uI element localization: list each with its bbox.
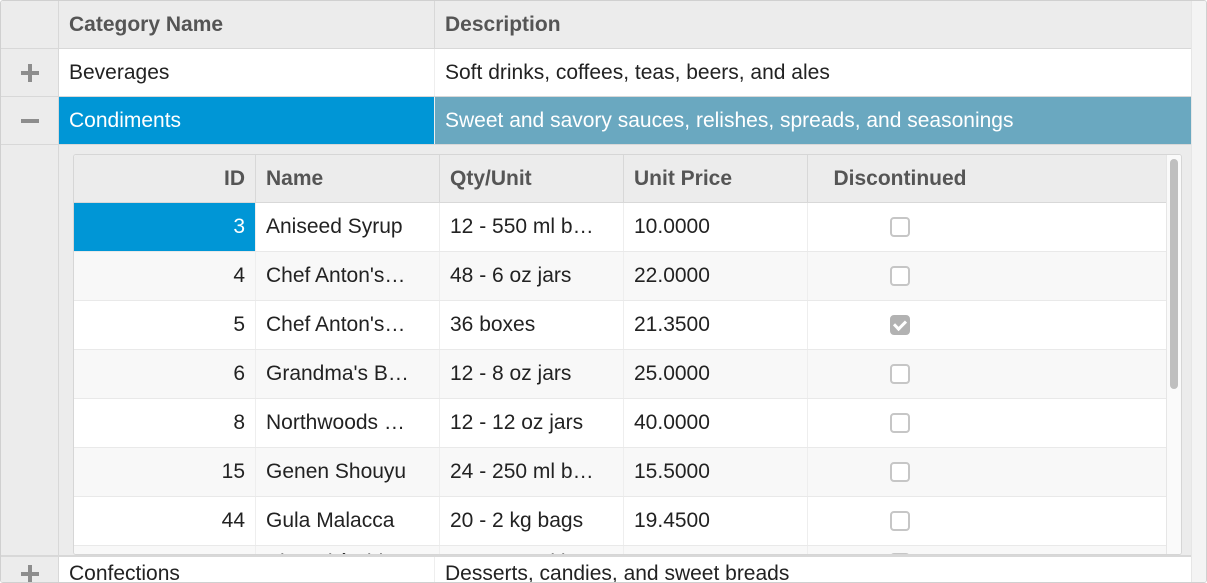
detail-row[interactable]: 15Genen Shouyu24 - 250 ml b…15.5000 bbox=[74, 448, 1166, 497]
inner-scrollbar[interactable] bbox=[1166, 155, 1181, 554]
detail-cell-qty[interactable]: 36 boxes bbox=[440, 301, 624, 349]
detail-side-gutter bbox=[1, 145, 59, 555]
detail-cell-id[interactable]: 8 bbox=[74, 399, 256, 447]
detail-row[interactable]: 44Gula Malacca20 - 2 kg bags19.4500 bbox=[74, 497, 1166, 546]
discontinued-checkbox[interactable] bbox=[890, 511, 910, 531]
expand-button[interactable] bbox=[1, 557, 59, 583]
discontinued-checkbox[interactable] bbox=[890, 553, 910, 556]
header-description[interactable]: Description bbox=[435, 1, 1191, 48]
detail-cell-discontinued[interactable] bbox=[808, 448, 992, 496]
outer-scrollbar[interactable] bbox=[1191, 1, 1206, 582]
detail-cell-price[interactable]: 19.4500 bbox=[624, 497, 808, 545]
detail-cell-id[interactable]: 6 bbox=[74, 350, 256, 398]
plus-icon bbox=[21, 565, 39, 583]
detail-cell-qty[interactable]: 12 - 550 ml b… bbox=[440, 203, 624, 251]
cell-description[interactable]: Soft drinks, coffees, teas, beers, and a… bbox=[435, 49, 1191, 96]
detail-cell-id[interactable]: 4 bbox=[74, 252, 256, 300]
discontinued-checkbox[interactable] bbox=[890, 217, 910, 237]
detail-cell-discontinued[interactable] bbox=[808, 252, 992, 300]
detail-cell-name[interactable]: Grandma's B… bbox=[256, 350, 440, 398]
detail-row[interactable]: 3Aniseed Syrup12 - 550 ml b…10.0000 bbox=[74, 203, 1166, 252]
detail-cell-name[interactable]: Aniseed Syrup bbox=[256, 203, 440, 251]
detail-cell-discontinued[interactable] bbox=[808, 203, 992, 251]
detail-header-id[interactable]: ID bbox=[74, 155, 256, 202]
detail-cell-price[interactable]: 25.0000 bbox=[624, 350, 808, 398]
outer-row[interactable]: Beverages Soft drinks, coffees, teas, be… bbox=[1, 49, 1191, 97]
detail-header-discontinued[interactable]: Discontinued bbox=[808, 155, 992, 202]
detail-row[interactable]: 6Grandma's B…12 - 8 oz jars25.0000 bbox=[74, 350, 1166, 399]
detail-row[interactable]: 4Chef Anton's…48 - 6 oz jars22.0000 bbox=[74, 252, 1166, 301]
discontinued-checkbox[interactable] bbox=[890, 413, 910, 433]
detail-cell-id[interactable]: 5 bbox=[74, 301, 256, 349]
detail-grid: ID Name Qty/Unit Unit Price Discontinued… bbox=[73, 154, 1182, 555]
detail-cell-qty[interactable]: 20 - 2 kg bags bbox=[440, 497, 624, 545]
cell-description[interactable]: Desserts, candies, and sweet breads bbox=[435, 557, 1191, 583]
detail-cell-price[interactable]: 10.0000 bbox=[624, 203, 808, 251]
inner-scrollbar-thumb[interactable] bbox=[1170, 159, 1178, 389]
detail-cell-discontinued[interactable] bbox=[808, 399, 992, 447]
detail-cell-discontinued[interactable] bbox=[808, 497, 992, 545]
detail-cell-name[interactable]: Chef Anton's… bbox=[256, 301, 440, 349]
detail-cell-qty[interactable]: 24 - 250 ml b… bbox=[440, 448, 624, 496]
detail-header-row: ID Name Qty/Unit Unit Price Discontinued bbox=[74, 155, 1166, 203]
detail-cell-id[interactable]: 61 bbox=[74, 546, 256, 555]
detail-cell-qty[interactable]: 24 - 500 ml b… bbox=[440, 546, 624, 555]
minus-icon bbox=[21, 112, 39, 130]
detail-cell-discontinued[interactable] bbox=[808, 350, 992, 398]
cell-description[interactable]: Sweet and savory sauces, relishes, sprea… bbox=[435, 97, 1191, 144]
detail-cell-name[interactable]: Chef Anton's… bbox=[256, 252, 440, 300]
collapse-button[interactable] bbox=[1, 97, 59, 144]
detail-cell-name[interactable]: Genen Shouyu bbox=[256, 448, 440, 496]
detail-cell-qty[interactable]: 12 - 8 oz jars bbox=[440, 350, 624, 398]
discontinued-checkbox[interactable] bbox=[890, 315, 910, 335]
detail-panel: ID Name Qty/Unit Unit Price Discontinued… bbox=[1, 145, 1191, 556]
detail-header-qty[interactable]: Qty/Unit bbox=[440, 155, 624, 202]
detail-cell-name[interactable]: Sirop d'érable bbox=[256, 546, 440, 555]
detail-cell-qty[interactable]: 48 - 6 oz jars bbox=[440, 252, 624, 300]
detail-cell-discontinued[interactable] bbox=[808, 546, 992, 555]
discontinued-checkbox[interactable] bbox=[890, 266, 910, 286]
discontinued-checkbox[interactable] bbox=[890, 462, 910, 482]
detail-row[interactable]: 5Chef Anton's…36 boxes21.3500 bbox=[74, 301, 1166, 350]
outer-row[interactable]: Condiments Sweet and savory sauces, reli… bbox=[1, 97, 1191, 145]
detail-cell-price[interactable]: 15.5000 bbox=[624, 448, 808, 496]
detail-cell-price[interactable]: 21.3500 bbox=[624, 301, 808, 349]
discontinued-checkbox[interactable] bbox=[890, 364, 910, 384]
detail-row[interactable]: 8Northwoods …12 - 12 oz jars40.0000 bbox=[74, 399, 1166, 448]
detail-cell-price[interactable]: 40.0000 bbox=[624, 399, 808, 447]
detail-cell-qty[interactable]: 12 - 12 oz jars bbox=[440, 399, 624, 447]
outer-row[interactable]: Confections Desserts, candies, and sweet… bbox=[1, 556, 1191, 583]
header-category-name[interactable]: Category Name bbox=[59, 1, 435, 48]
expand-button[interactable] bbox=[1, 49, 59, 96]
detail-cell-id[interactable]: 3 bbox=[74, 203, 256, 251]
outer-header-row: Category Name Description bbox=[1, 1, 1191, 49]
cell-category-name[interactable]: Confections bbox=[59, 557, 435, 583]
detail-cell-id[interactable]: 15 bbox=[74, 448, 256, 496]
plus-icon bbox=[21, 64, 39, 82]
detail-cell-id[interactable]: 44 bbox=[74, 497, 256, 545]
detail-header-price[interactable]: Unit Price bbox=[624, 155, 808, 202]
detail-cell-price[interactable]: 28.5000 bbox=[624, 546, 808, 555]
detail-cell-name[interactable]: Northwoods … bbox=[256, 399, 440, 447]
cell-category-name[interactable]: Beverages bbox=[59, 49, 435, 96]
master-detail-grid: Category Name Description Beverages Soft… bbox=[0, 0, 1207, 583]
detail-cell-price[interactable]: 22.0000 bbox=[624, 252, 808, 300]
cell-category-name[interactable]: Condiments bbox=[59, 97, 435, 144]
detail-header-name[interactable]: Name bbox=[256, 155, 440, 202]
outer-header-expander-spacer bbox=[1, 1, 59, 48]
detail-cell-name[interactable]: Gula Malacca bbox=[256, 497, 440, 545]
detail-row[interactable]: 61Sirop d'érable24 - 500 ml b…28.5000 bbox=[74, 546, 1166, 555]
detail-cell-discontinued[interactable] bbox=[808, 301, 992, 349]
